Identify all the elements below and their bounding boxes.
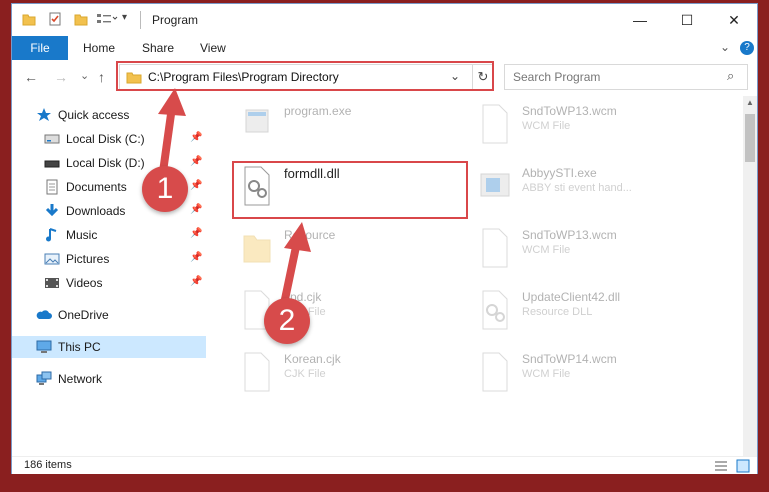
explorer-window: ▾ Program — ☐ ✕ File Home Share View ⌄ ?… [12, 4, 757, 475]
arrow-2-icon [280, 241, 301, 305]
vertical-scrollbar[interactable]: ▲ [743, 96, 757, 456]
item-count: 186 items [24, 459, 72, 471]
annotation-arrows [158, 88, 311, 305]
step-2-badge: 2 [264, 298, 310, 344]
step-1-badge: 1 [142, 166, 188, 212]
status-bar: 186 items [12, 456, 757, 475]
arrow-2-head-icon [284, 222, 311, 252]
scroll-up-icon[interactable]: ▲ [746, 98, 754, 107]
desktop-background [0, 474, 769, 492]
arrow-1-head-icon [158, 88, 186, 116]
scrollbar-thumb[interactable] [745, 114, 755, 162]
details-view-icon[interactable] [714, 460, 728, 475]
